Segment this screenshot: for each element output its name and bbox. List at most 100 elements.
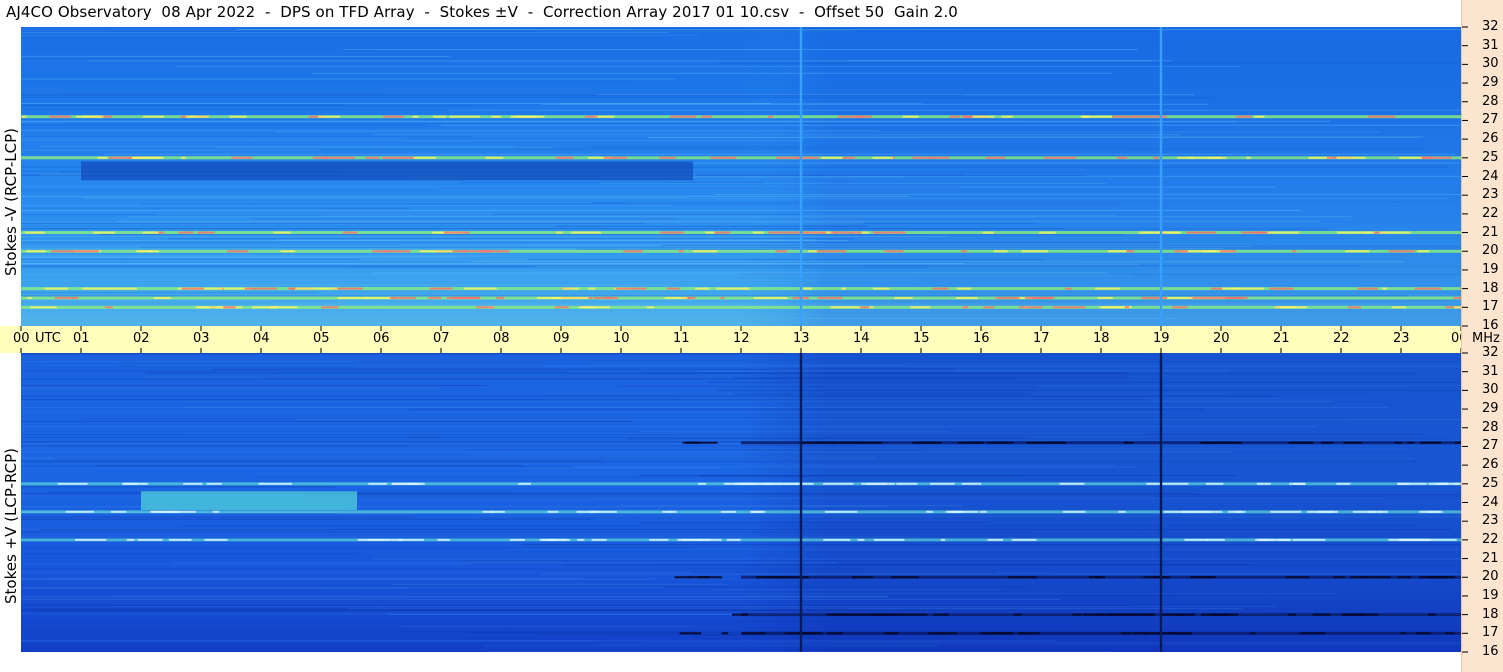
rfi-speckle bbox=[861, 482, 887, 485]
rfi-speckle bbox=[137, 538, 163, 541]
rfi-speckle bbox=[1454, 306, 1461, 309]
rfi-speckle bbox=[869, 306, 874, 309]
rfi-speckle bbox=[365, 156, 380, 159]
rfi-speckle bbox=[446, 296, 479, 299]
rfi-speckle bbox=[1212, 296, 1244, 299]
rfi-speckle bbox=[231, 156, 253, 159]
rfi-speckle bbox=[443, 231, 470, 234]
utc-unit-label: UTC bbox=[35, 331, 61, 346]
rfi-speckle bbox=[1048, 441, 1066, 444]
freq-tick-label: 22 bbox=[1482, 531, 1499, 547]
rfi-speckle bbox=[312, 156, 329, 159]
rfi-speckle bbox=[342, 231, 358, 234]
rfi-speckle bbox=[1292, 538, 1326, 541]
rfi-speckle bbox=[1141, 296, 1169, 299]
time-tick-label: 19 bbox=[1153, 331, 1170, 346]
rfi-speckle bbox=[685, 632, 702, 635]
rfi-speckle bbox=[382, 156, 417, 159]
rfi-speckle bbox=[932, 156, 950, 159]
rfi-speckle bbox=[972, 115, 995, 118]
rfi-speckle bbox=[419, 250, 453, 253]
rfi-speckle bbox=[1287, 613, 1296, 616]
rfi-speckle bbox=[692, 250, 718, 253]
rfi-speckle bbox=[1367, 115, 1396, 118]
freq-tick-label: 29 bbox=[1482, 75, 1499, 91]
rfi-speckle bbox=[1205, 482, 1224, 485]
rfi-speckle bbox=[855, 441, 883, 444]
time-tick-label: 10 bbox=[613, 331, 630, 346]
rfi-speckle bbox=[142, 231, 159, 234]
rfi-speckle bbox=[980, 632, 1000, 635]
rfi-speckle bbox=[1236, 441, 1243, 444]
rfi-speckle bbox=[883, 632, 899, 635]
freq-tick-label: 25 bbox=[1482, 149, 1499, 165]
rfi-speckle bbox=[97, 156, 108, 159]
rfi-speckle bbox=[1250, 632, 1256, 635]
rfi-speckle bbox=[1415, 287, 1442, 290]
mhz-unit-label: MHz bbox=[1472, 331, 1500, 346]
rfi-speckle bbox=[1256, 482, 1271, 485]
rfi-speckle bbox=[1011, 538, 1037, 541]
rfi-speckle bbox=[1124, 306, 1130, 309]
rfi-speckle bbox=[1258, 538, 1267, 541]
rfi-speckle bbox=[75, 538, 107, 541]
rfi-speckle bbox=[1267, 231, 1300, 234]
rfi-speckle bbox=[26, 250, 46, 253]
time-tick-label: 12 bbox=[733, 331, 750, 346]
rfi-speckle bbox=[928, 632, 945, 635]
rfi-speckle bbox=[623, 250, 643, 253]
rfi-speckle bbox=[808, 250, 818, 253]
rfi-speckle bbox=[660, 231, 684, 234]
rfi-speckle bbox=[986, 441, 1007, 444]
rfi-speckle bbox=[131, 156, 164, 159]
rfi-speckle bbox=[982, 231, 994, 234]
rfi-speckle bbox=[1397, 576, 1412, 579]
rfi-speckle bbox=[1307, 510, 1339, 513]
rfi-speckle bbox=[649, 538, 669, 541]
rfi-speckle bbox=[65, 510, 95, 513]
rfi-speckle bbox=[578, 306, 610, 309]
rfi-speckle bbox=[25, 231, 45, 234]
freq-tick-label: 27 bbox=[1482, 112, 1499, 128]
rfi-speckle bbox=[72, 250, 99, 253]
chart-title: AJ4CO Observatory 08 Apr 2022 - DPS on T… bbox=[6, 3, 958, 21]
freq-tick-label: 21 bbox=[1482, 224, 1499, 240]
rfi-speckle bbox=[485, 156, 504, 159]
rfi-speckle bbox=[57, 482, 88, 485]
rfi-speckle bbox=[962, 306, 969, 309]
rfi-speckle bbox=[894, 296, 913, 299]
rfi-speckle bbox=[817, 296, 842, 299]
rfi-speckle bbox=[1172, 306, 1188, 309]
rfi-speckle bbox=[1118, 510, 1126, 513]
rfi-speckle bbox=[1439, 482, 1459, 485]
rfi-speckle bbox=[496, 296, 505, 299]
freq-tick-label: 30 bbox=[1482, 56, 1499, 72]
dark-interference-block bbox=[81, 161, 693, 181]
time-tick-label: 21 bbox=[1273, 331, 1290, 346]
rfi-speckle bbox=[742, 482, 774, 485]
freq-tick-label: 20 bbox=[1482, 243, 1499, 259]
rfi-speckle bbox=[698, 576, 710, 579]
rfi-speckle bbox=[821, 156, 843, 159]
rfi-speckle bbox=[1292, 250, 1297, 253]
rfi-speckle bbox=[109, 156, 133, 159]
rfi-speckle bbox=[153, 296, 172, 299]
rfi-speckle bbox=[869, 613, 897, 616]
time-tick-label: 23 bbox=[1393, 331, 1410, 346]
time-tick-label: 04 bbox=[253, 331, 270, 346]
rfi-speckle bbox=[956, 287, 972, 290]
rfi-speckle bbox=[983, 306, 995, 309]
rfi-speckle bbox=[932, 287, 949, 290]
rfi-speckle bbox=[555, 156, 574, 159]
rfi-speckle bbox=[1353, 231, 1371, 234]
rfi-speckle bbox=[1269, 287, 1294, 290]
rfi-speckle bbox=[476, 306, 495, 309]
rfi-speckle bbox=[830, 306, 864, 309]
freq-tick-label: 20 bbox=[1482, 569, 1499, 585]
rfi-speckle bbox=[681, 538, 701, 541]
rfi-speckle bbox=[44, 287, 68, 290]
rfi-speckle bbox=[168, 538, 192, 541]
rfi-speckle bbox=[273, 231, 291, 234]
rfi-speckle bbox=[1270, 510, 1302, 513]
rfi-speckle bbox=[1184, 538, 1208, 541]
